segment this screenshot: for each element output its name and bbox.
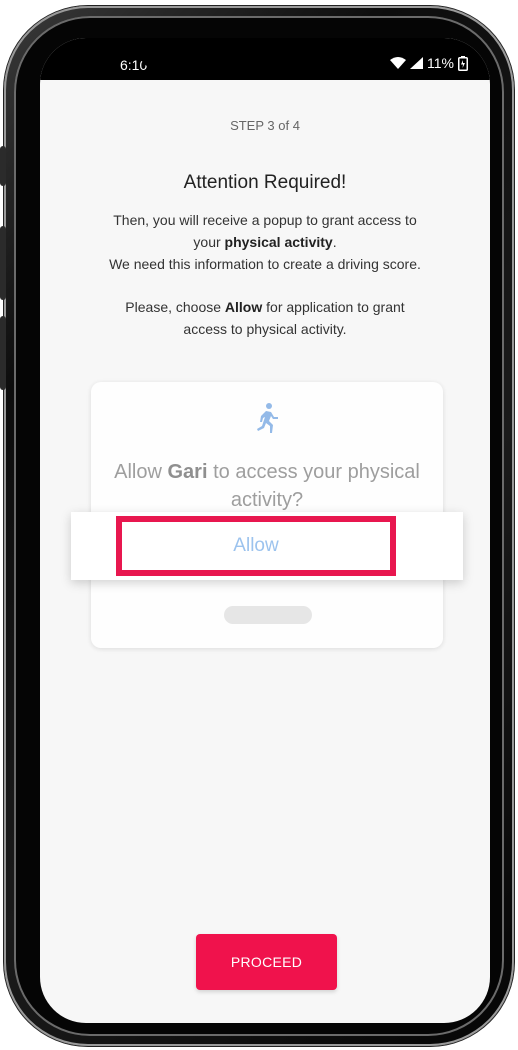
physical-activity-emphasis: physical activity: [224, 234, 333, 250]
volume-up-button: [0, 226, 6, 300]
stage: 6:10 11% STEP 3 of 4 Attention Required!: [0, 0, 518, 1050]
proceed-button[interactable]: PROCEED: [196, 934, 337, 990]
choose-line-1: Please, choose Allow for application to …: [60, 296, 470, 318]
allow-option-highlight: Allow: [116, 516, 396, 576]
permission-question-line-2: activity?: [230, 489, 304, 511]
intro-line-2: your physical activity.: [60, 231, 470, 253]
phone-screen: 6:10 11% STEP 3 of 4 Attention Required!: [40, 38, 490, 1023]
allow-emphasis: Allow: [224, 299, 263, 315]
question-suffix: to access your physical: [207, 461, 420, 483]
signal-icon: [410, 57, 424, 69]
intro-line-2-prefix: your: [193, 234, 225, 250]
choose-instruction: Please, choose Allow for application to …: [60, 296, 470, 340]
deny-placeholder-pill: [224, 606, 312, 624]
running-person-icon: [257, 403, 278, 433]
app-name: Gari: [167, 461, 208, 483]
choose-prefix: Please, choose: [125, 299, 225, 315]
intro-line-2-suffix: .: [332, 234, 337, 250]
mute-button: [0, 146, 6, 186]
battery-icon: [458, 55, 468, 71]
choose-suffix: for application to grant: [262, 299, 405, 315]
step-indicator: STEP 3 of 4: [230, 118, 300, 133]
intro-line-3: We need this information to create a dri…: [109, 256, 421, 272]
status-icons: 11%: [390, 55, 468, 71]
battery-percent: 11%: [427, 55, 454, 71]
notch: [136, 38, 394, 72]
choose-line-2: access to physical activity.: [183, 321, 347, 337]
page-title: Attention Required!: [183, 172, 347, 193]
permission-question: Allow Gari to access your physical activ…: [101, 458, 433, 514]
volume-down-button: [0, 316, 6, 390]
intro-line-1: Then, you will receive a popup to grant …: [113, 212, 417, 228]
intro-text: Then, you will receive a popup to grant …: [60, 209, 470, 275]
permission-question-line-1: Allow Gari to access your physical: [101, 458, 433, 486]
wifi-icon: [390, 57, 407, 69]
question-prefix: Allow: [114, 461, 168, 483]
